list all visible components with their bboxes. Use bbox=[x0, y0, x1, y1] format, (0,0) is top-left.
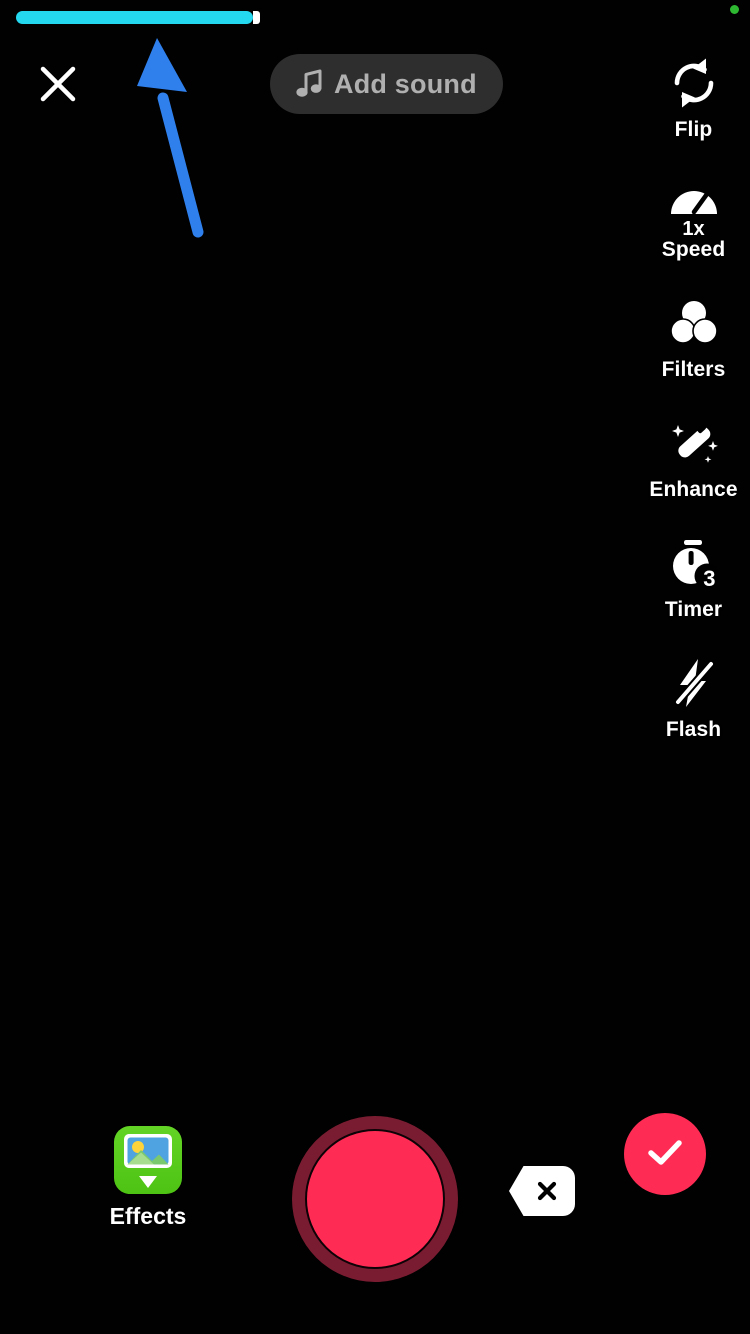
tool-item-flip[interactable]: Flip bbox=[637, 52, 750, 172]
close-x-icon bbox=[36, 62, 80, 111]
backspace-x-icon bbox=[509, 1166, 575, 1216]
stopwatch-icon: 3 bbox=[666, 532, 722, 594]
tool-label-timer: Timer bbox=[664, 598, 723, 621]
delete-clip-button[interactable] bbox=[509, 1166, 575, 1216]
flip-camera-icon bbox=[666, 52, 722, 114]
timer-badge: 3 bbox=[703, 566, 716, 591]
record-button-inner bbox=[305, 1129, 445, 1269]
recording-progress-track bbox=[16, 11, 734, 24]
camera-screen: Add sound Flip 1x Speed Filters Enhance … bbox=[0, 0, 750, 1334]
effects-gallery-download-icon bbox=[114, 1126, 182, 1194]
record-button[interactable] bbox=[292, 1116, 458, 1282]
close-button[interactable] bbox=[30, 58, 86, 114]
recording-progress-fill bbox=[16, 11, 253, 24]
tool-label-speed: Speed bbox=[661, 238, 726, 261]
speed-badge: 1x bbox=[682, 218, 705, 240]
tool-item-flash[interactable]: Flash bbox=[637, 652, 750, 772]
tool-item-timer[interactable]: 3 Timer bbox=[637, 532, 750, 652]
speedometer-icon: 1x bbox=[666, 172, 722, 239]
recording-progress-head bbox=[253, 11, 260, 24]
tool-label-flash: Flash bbox=[665, 718, 722, 741]
add-sound-label: Add sound bbox=[334, 68, 477, 99]
confirm-button[interactable] bbox=[624, 1113, 706, 1195]
effects-label: Effects bbox=[109, 1203, 187, 1229]
filters-circles-icon bbox=[666, 292, 722, 354]
magic-wand-icon bbox=[666, 412, 722, 474]
tool-item-enhance[interactable]: Enhance bbox=[637, 412, 750, 532]
add-sound-button[interactable]: Add sound bbox=[270, 54, 503, 114]
tool-label-flip: Flip bbox=[674, 118, 713, 141]
tool-label-enhance: Enhance bbox=[649, 478, 738, 501]
tool-item-speed[interactable]: 1x Speed bbox=[637, 172, 750, 292]
flash-off-icon bbox=[666, 652, 722, 714]
effects-button[interactable]: Effects bbox=[96, 1126, 200, 1230]
tool-item-filters[interactable]: Filters bbox=[637, 292, 750, 412]
checkmark-icon bbox=[642, 1129, 688, 1180]
music-note-icon bbox=[296, 67, 323, 102]
tool-label-filters: Filters bbox=[661, 358, 726, 381]
tool-rail: Flip 1x Speed Filters Enhance 3 Timer Fl… bbox=[637, 52, 750, 772]
